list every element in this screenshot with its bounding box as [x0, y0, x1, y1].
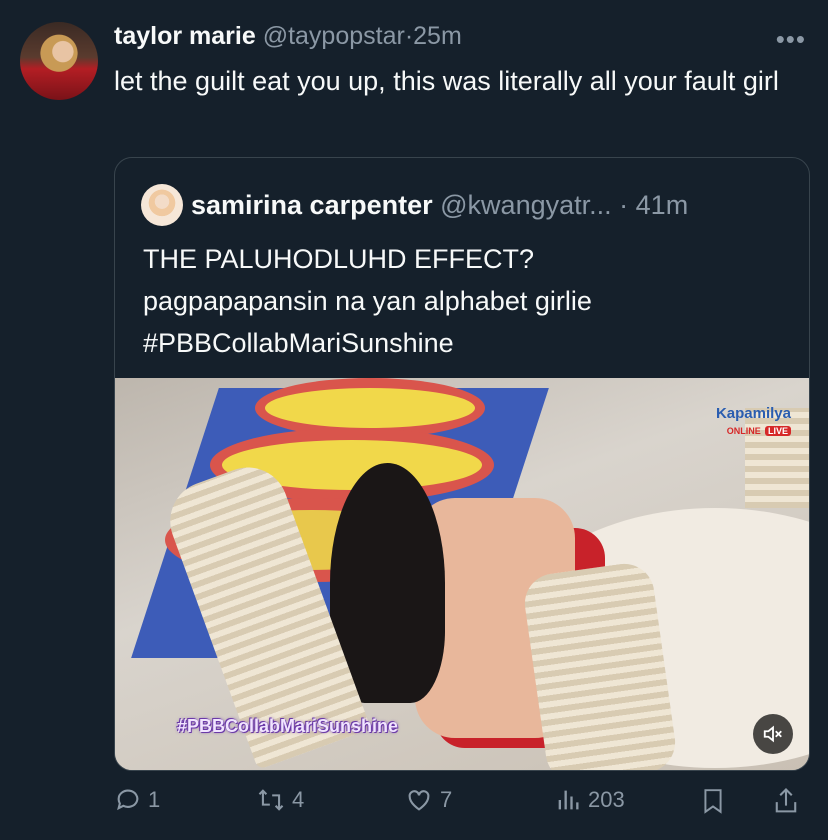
reply-count: 1 — [148, 787, 161, 812]
views-count: 203 — [588, 787, 625, 812]
retweet-icon — [258, 789, 284, 811]
author-name[interactable]: taylor marie — [114, 22, 256, 50]
bookmark-button[interactable] — [700, 786, 732, 816]
channel-logo-text: Kapamilya — [715, 405, 791, 422]
video-hashtag-overlay: #PBBCollabMariSunshine — [177, 716, 399, 736]
action-bar: 1 4 7 203 — [114, 786, 814, 820]
like-button[interactable]: 7 — [404, 786, 452, 814]
quoted-tweet[interactable]: samirina carpenter @kwangyatr... · 41m T… — [114, 157, 810, 771]
retweet-count: 4 — [292, 787, 305, 812]
quoted-time: 41m — [635, 190, 689, 220]
channel-logo-online: ONLINE — [726, 426, 761, 436]
reply-icon — [117, 789, 139, 811]
quoted-text-line: THE PALUHODLUHD EFFECT? — [143, 244, 535, 274]
quoted-text: THE PALUHODLUHD EFFECT? pagpapapansin na… — [143, 238, 793, 364]
mute-icon — [763, 725, 782, 743]
bookmark-icon — [704, 789, 722, 814]
quoted-text-line: pagpapapansin na yan alphabet girlie — [143, 286, 592, 316]
tweet-text: let the guilt eat you up, this was liter… — [114, 66, 779, 96]
share-icon — [775, 787, 797, 813]
tweet-header: taylor marie @taypopstar·25m — [114, 22, 462, 51]
mute-button[interactable] — [753, 714, 793, 754]
share-button[interactable] — [772, 786, 806, 816]
quoted-author-avatar — [141, 184, 183, 226]
views-icon — [558, 790, 579, 810]
tweet-time[interactable]: 25m — [413, 22, 462, 50]
like-icon — [408, 790, 430, 811]
reply-button[interactable]: 1 — [114, 786, 160, 814]
video-player[interactable]: Kapamilya ONLINE LIVE #PBBCollabMariSuns… — [115, 378, 809, 770]
channel-logo: Kapamilya ONLINE LIVE — [716, 406, 791, 439]
quoted-author-name: samirina carpenter — [191, 190, 433, 220]
quoted-hashtag[interactable]: #PBBCollabMariSunshine — [143, 322, 793, 364]
separator: · — [619, 190, 629, 220]
separator: · — [404, 22, 414, 50]
quoted-author-handle: @kwangyatr... — [440, 190, 612, 220]
channel-logo-live: LIVE — [764, 426, 791, 436]
like-count: 7 — [440, 787, 453, 812]
views-button[interactable]: 203 — [554, 786, 625, 814]
author-avatar[interactable] — [20, 22, 98, 100]
author-handle[interactable]: @taypopstar — [263, 22, 405, 50]
retweet-button[interactable]: 4 — [256, 786, 304, 814]
more-icon[interactable]: ••• — [776, 24, 806, 55]
quoted-header: samirina carpenter @kwangyatr... · 41m — [191, 190, 688, 221]
